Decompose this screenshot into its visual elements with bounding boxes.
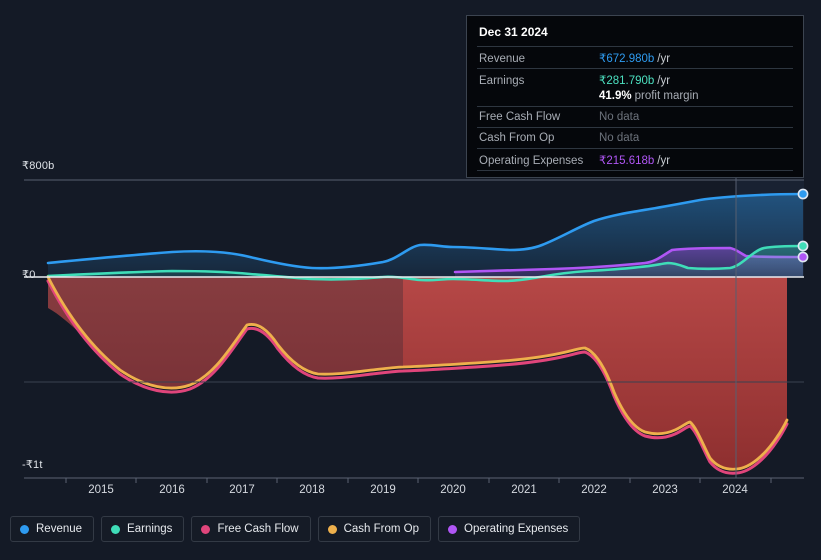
tooltip-row-profit-margin: 41.9% profit margin bbox=[477, 90, 793, 106]
tooltip-bottom-divider bbox=[477, 170, 793, 171]
tooltip-row-free-cash-flow: Free Cash Flow No data bbox=[477, 106, 793, 127]
x-axis-label-2016: 2016 bbox=[159, 484, 185, 496]
legend-item-free-cash-flow[interactable]: Free Cash Flow bbox=[191, 516, 311, 542]
x-axis-label-2019: 2019 bbox=[370, 484, 396, 496]
x-axis-label-2018: 2018 bbox=[299, 484, 325, 496]
legend-item-operating-expenses[interactable]: Operating Expenses bbox=[438, 516, 581, 542]
y-axis-label-800b: ₹800b bbox=[22, 160, 55, 172]
tooltip-value-revenue: ₹672.980b/yr bbox=[599, 53, 671, 65]
tooltip-row-revenue: Revenue ₹672.980b/yr bbox=[477, 46, 793, 68]
tooltip-profit-margin-value: 41.9% bbox=[599, 90, 632, 102]
legend-item-revenue[interactable]: Revenue bbox=[10, 516, 95, 542]
legend-item-cash-from-op[interactable]: Cash From Op bbox=[317, 516, 432, 542]
tooltip-label-revenue: Revenue bbox=[479, 53, 526, 65]
data-tooltip: Dec 31 2024 Revenue ₹672.980b/yr Earning… bbox=[466, 15, 804, 178]
tooltip-row-operating-expenses: Operating Expenses ₹215.618b/yr bbox=[477, 148, 793, 170]
tooltip-label-operating-expenses: Operating Expenses bbox=[479, 155, 584, 167]
tooltip-row-earnings: Earnings ₹281.790b/yr bbox=[477, 68, 793, 90]
y-axis-label-0: ₹0 bbox=[22, 269, 36, 281]
tooltip-value-cash-from-op: No data bbox=[599, 132, 640, 144]
earnings-endpoint-marker[interactable] bbox=[797, 240, 809, 252]
earnings-color-dot-icon bbox=[111, 524, 121, 534]
x-axis-label-2022: 2022 bbox=[581, 484, 607, 496]
tooltip-value-earnings: ₹281.790b/yr bbox=[599, 75, 671, 87]
x-axis-label-2023: 2023 bbox=[652, 484, 678, 496]
revenue-color-dot-icon bbox=[20, 524, 29, 534]
x-axis-label-2024: 2024 bbox=[722, 484, 748, 496]
tooltip-row-cash-from-op: Cash From Op No data bbox=[477, 127, 793, 148]
x-axis-label-2017: 2017 bbox=[229, 484, 255, 496]
legend-label-revenue: Revenue bbox=[36, 523, 83, 535]
legend-label-free-cash-flow: Free Cash Flow bbox=[217, 523, 299, 535]
tooltip-date: Dec 31 2024 bbox=[479, 25, 548, 39]
chart-legend: Revenue Earnings Free Cash Flow Cash Fro… bbox=[10, 516, 581, 542]
y-axis-label-neg1t: -₹1t bbox=[22, 459, 43, 471]
tooltip-label-free-cash-flow: Free Cash Flow bbox=[479, 111, 561, 123]
revenue-endpoint-marker[interactable] bbox=[797, 188, 809, 200]
tooltip-profit-margin-label: profit margin bbox=[634, 90, 699, 102]
x-axis-label-2021: 2021 bbox=[511, 484, 537, 496]
free-cash-flow-color-dot-icon bbox=[201, 524, 211, 534]
legend-item-earnings[interactable]: Earnings bbox=[101, 516, 185, 542]
tooltip-value-operating-expenses: ₹215.618b/yr bbox=[599, 155, 671, 167]
x-axis-label-2020: 2020 bbox=[440, 484, 466, 496]
cash-from-op-color-dot-icon bbox=[327, 524, 337, 534]
legend-label-cash-from-op: Cash From Op bbox=[343, 523, 420, 535]
legend-label-earnings: Earnings bbox=[127, 523, 173, 535]
x-axis-label-2015: 2015 bbox=[88, 484, 114, 496]
legend-label-operating-expenses: Operating Expenses bbox=[464, 523, 569, 535]
chart-root: ₹800b ₹0 -₹1t 2015 2016 2017 2018 2019 2… bbox=[0, 0, 821, 560]
operating-expenses-color-dot-icon bbox=[448, 524, 458, 534]
tooltip-label-cash-from-op: Cash From Op bbox=[479, 132, 555, 144]
tooltip-value-free-cash-flow: No data bbox=[599, 111, 640, 123]
operating-expenses-endpoint-marker[interactable] bbox=[797, 251, 809, 263]
tooltip-label-earnings: Earnings bbox=[479, 75, 525, 87]
